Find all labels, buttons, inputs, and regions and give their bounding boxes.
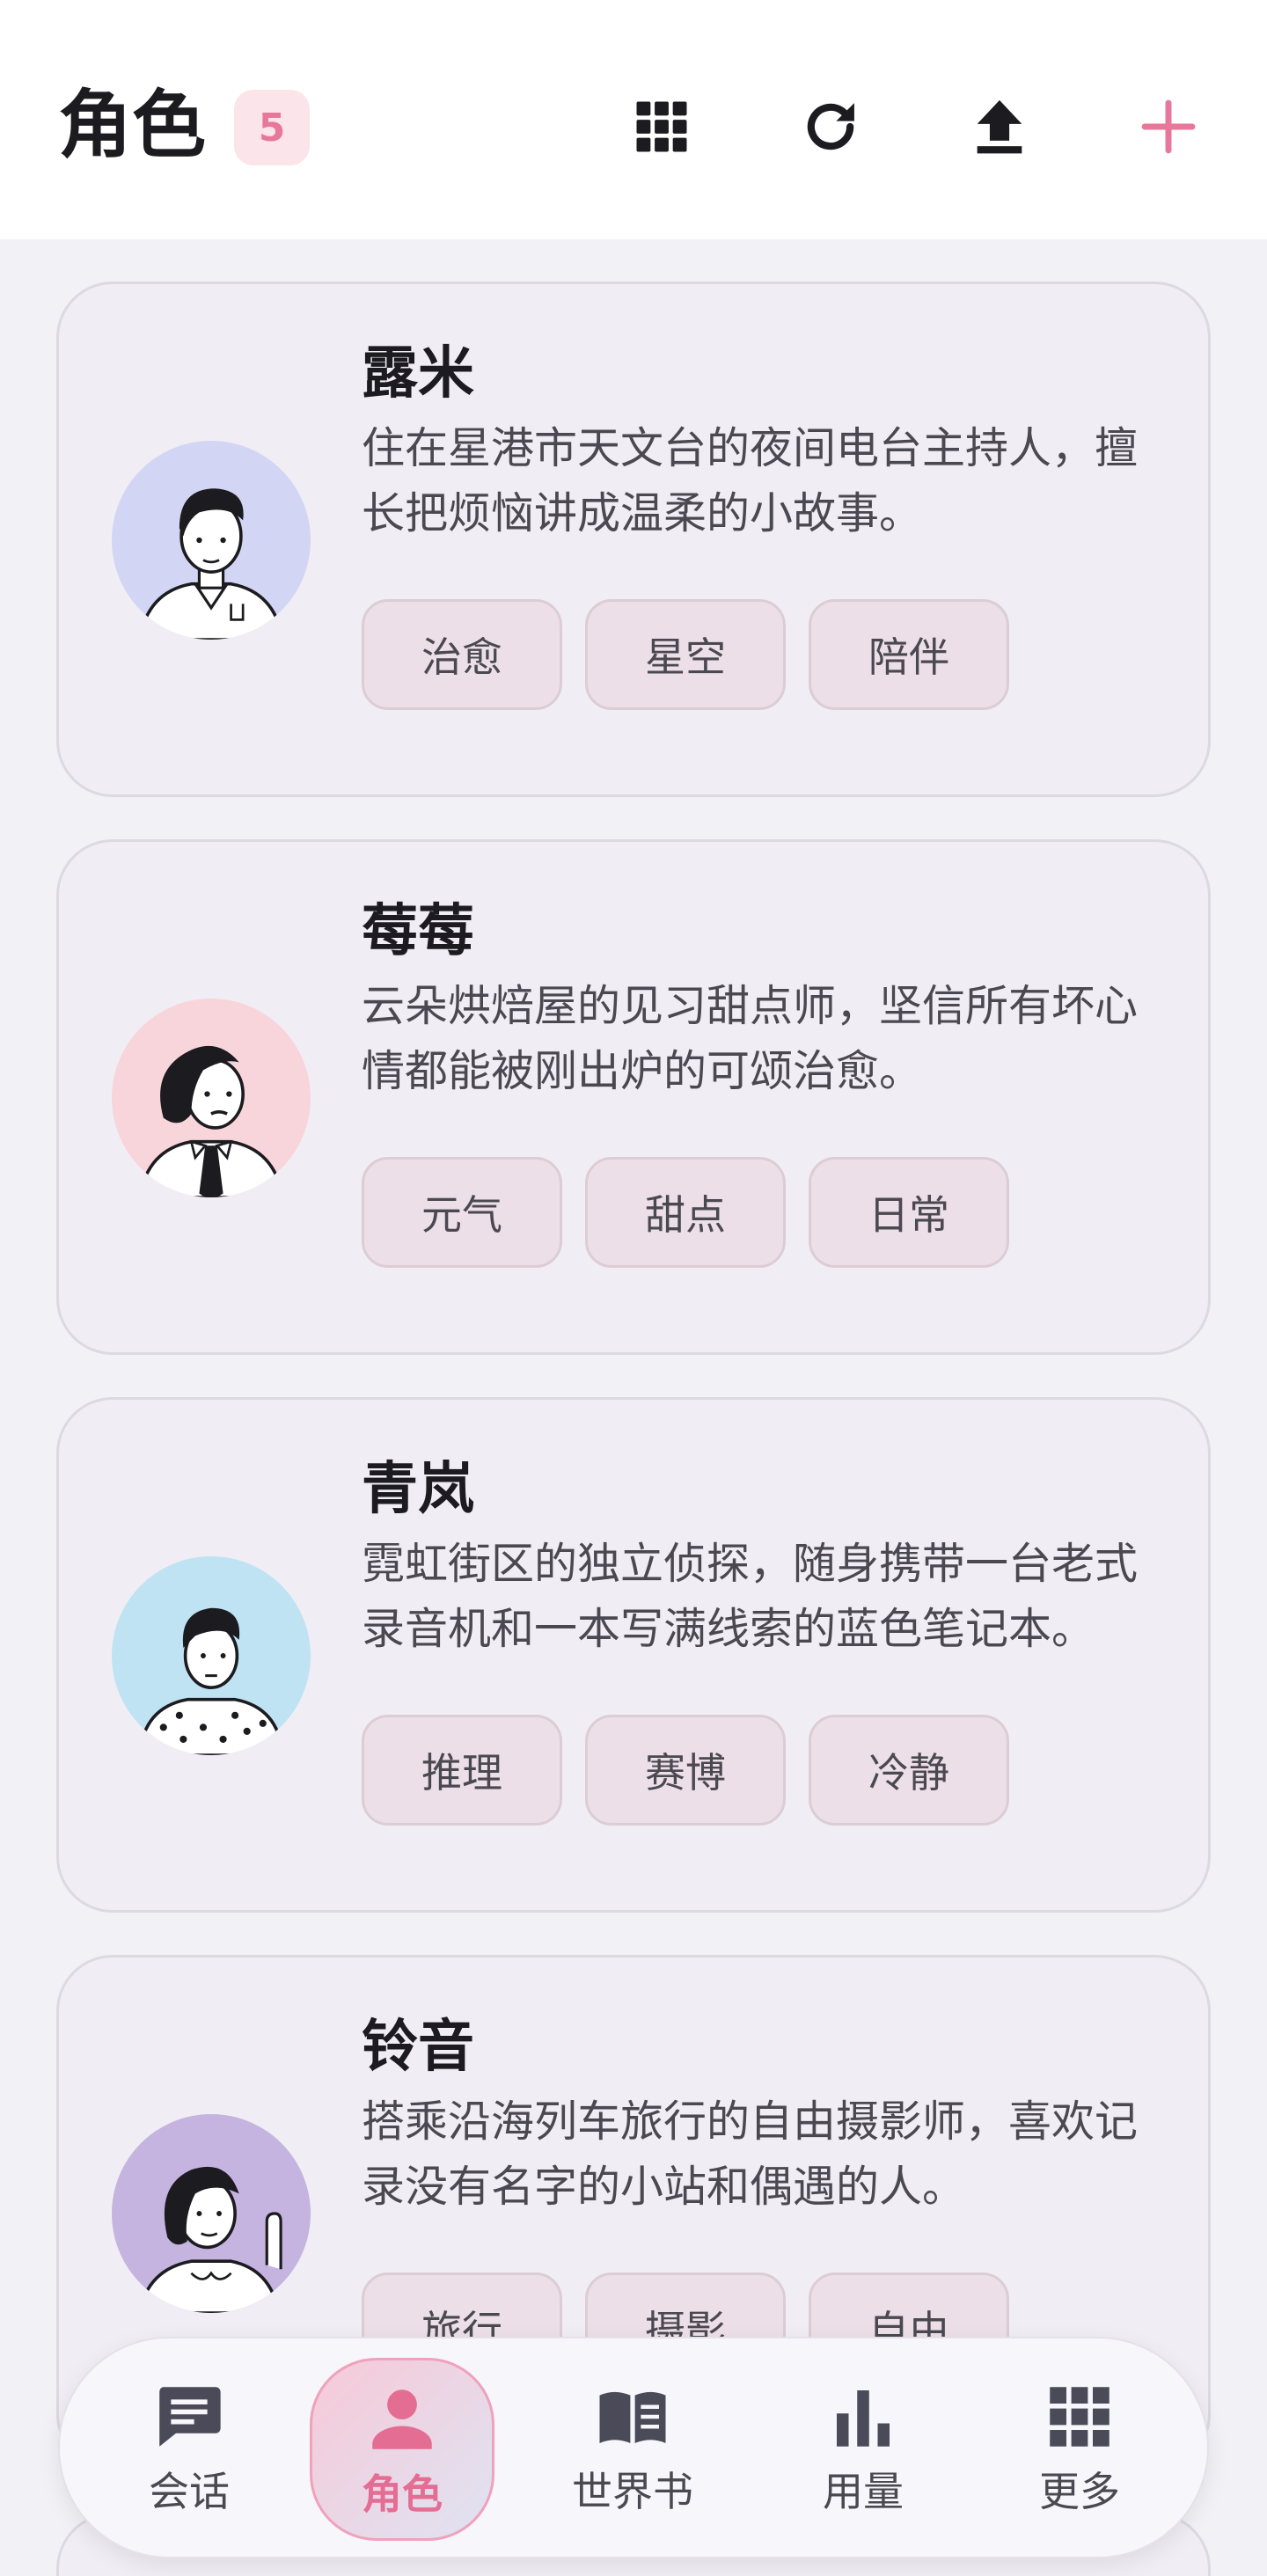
bar-chart-icon bbox=[824, 2377, 903, 2456]
tag[interactable]: 星空 bbox=[585, 599, 786, 710]
count-badge: 5 bbox=[234, 90, 310, 165]
tag-list: 推理 赛博 冷静 bbox=[362, 1715, 1009, 1826]
character-description: 搭乘沿海列车旅行的自由摄影师，喜欢记录没有名字的小站和偶遇的人。 bbox=[362, 2097, 1139, 2212]
apps-grid-icon bbox=[1040, 2377, 1119, 2456]
refresh-button[interactable] bbox=[787, 83, 875, 171]
nav-item-characters[interactable]: 角色 bbox=[310, 2358, 494, 2541]
add-icon bbox=[1141, 99, 1196, 154]
avatar bbox=[112, 2114, 311, 2313]
refresh-icon bbox=[807, 103, 854, 150]
bottom-nav: 会话 角色 世界书 用量 更多 bbox=[58, 2337, 1209, 2558]
tag[interactable]: 元气 bbox=[362, 1157, 562, 1268]
nav-label: 更多 bbox=[1039, 2468, 1120, 2515]
tag-list: 治愈 星空 陪伴 bbox=[362, 599, 1009, 710]
page-title: 角色 bbox=[58, 82, 207, 168]
character-card[interactable]: 青岚 霓虹街区的独立侦探，随身携带一台老式录音机和一本写满线索的蓝色笔记本。 推… bbox=[56, 1397, 1211, 1913]
character-card[interactable]: 莓莓 云朵烘焙屋的见习甜点师，坚信所有坏心情都能被刚出炉的可颂治愈。 元气 甜点… bbox=[56, 839, 1211, 1355]
character-name: 莓莓 bbox=[362, 899, 474, 964]
tag[interactable]: 日常 bbox=[809, 1157, 1009, 1268]
tag-list: 元气 甜点 日常 bbox=[362, 1157, 1009, 1268]
chat-icon bbox=[150, 2377, 229, 2456]
upload-icon bbox=[977, 99, 1022, 154]
tag[interactable]: 冷静 bbox=[809, 1715, 1009, 1826]
upload-button[interactable] bbox=[956, 83, 1044, 171]
character-name: 露米 bbox=[362, 341, 474, 406]
nav-label: 会话 bbox=[149, 2468, 230, 2515]
avatar bbox=[112, 999, 311, 1197]
avatar bbox=[112, 441, 311, 640]
character-description: 云朵烘焙屋的见习甜点师，坚信所有坏心情都能被刚出炉的可颂治愈。 bbox=[362, 981, 1139, 1096]
book-icon bbox=[593, 2377, 672, 2456]
nav-item-more[interactable]: 更多 bbox=[987, 2358, 1172, 2541]
app-header: 角色 5 bbox=[0, 0, 1267, 239]
grid-view-button[interactable] bbox=[618, 83, 706, 171]
nav-item-usage[interactable]: 用量 bbox=[771, 2358, 956, 2541]
grid-icon bbox=[636, 101, 687, 152]
person-icon bbox=[363, 2380, 442, 2459]
character-description: 住在星港市天文台的夜间电台主持人，擅长把烦恼讲成温柔的小故事。 bbox=[362, 423, 1139, 538]
tag[interactable]: 推理 bbox=[362, 1715, 562, 1826]
avatar bbox=[112, 1556, 311, 1755]
nav-label: 用量 bbox=[823, 2468, 904, 2515]
nav-item-chat[interactable]: 会话 bbox=[97, 2358, 282, 2541]
tag[interactable]: 甜点 bbox=[585, 1157, 786, 1268]
tag[interactable]: 陪伴 bbox=[809, 599, 1009, 710]
character-card[interactable]: 露米 住在星港市天文台的夜间电台主持人，擅长把烦恼讲成温柔的小故事。 治愈 星空… bbox=[56, 282, 1211, 797]
tag[interactable]: 治愈 bbox=[362, 599, 562, 710]
tag[interactable]: 赛博 bbox=[585, 1715, 786, 1826]
nav-label: 角色 bbox=[362, 2470, 443, 2518]
nav-label: 世界书 bbox=[572, 2468, 693, 2515]
add-character-button[interactable] bbox=[1124, 83, 1212, 171]
character-name: 青岚 bbox=[362, 1457, 474, 1522]
nav-item-worldbook[interactable]: 世界书 bbox=[540, 2358, 725, 2541]
character-description: 霓虹街区的独立侦探，随身携带一台老式录音机和一本写满线索的蓝色笔记本。 bbox=[362, 1539, 1139, 1654]
character-name: 铃音 bbox=[362, 2015, 474, 2080]
